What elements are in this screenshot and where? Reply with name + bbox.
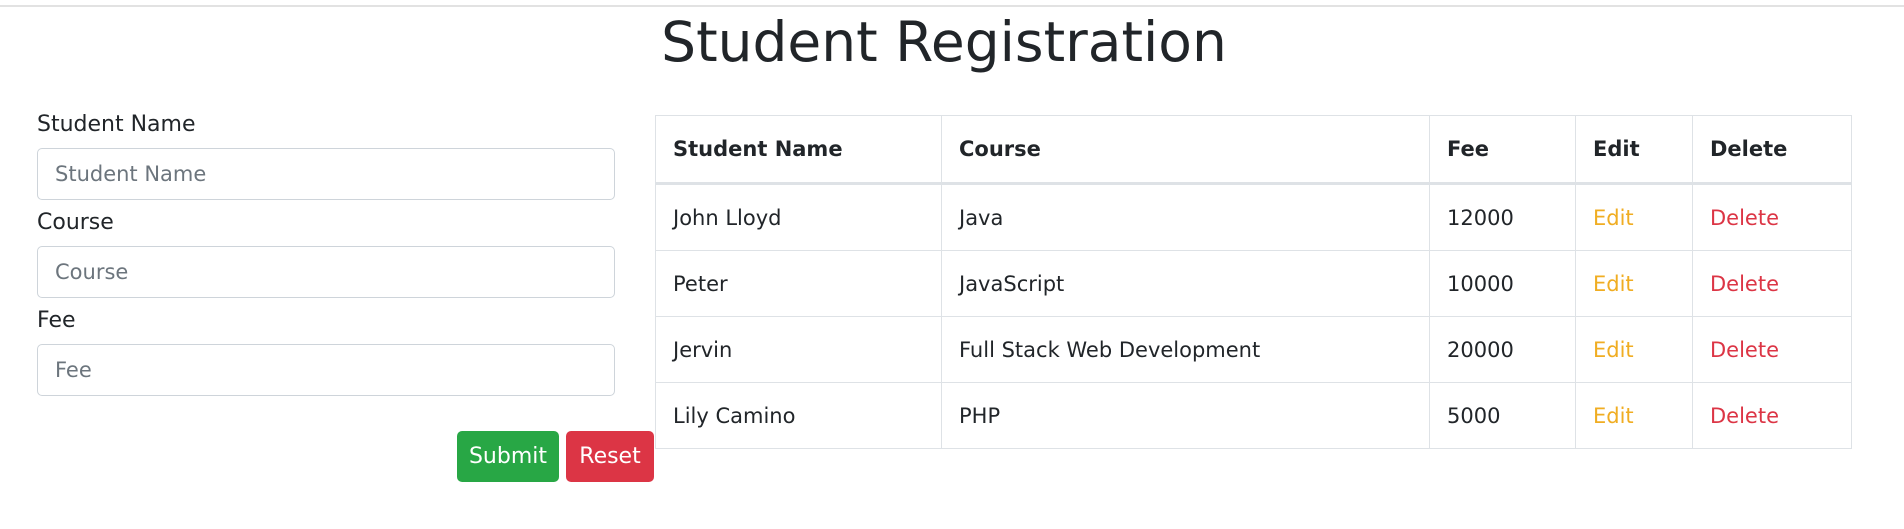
- header-fee: Fee: [1429, 115, 1576, 185]
- edit-link[interactable]: Edit: [1593, 206, 1634, 230]
- header-delete: Delete: [1692, 115, 1852, 185]
- cell-student-name: Peter: [655, 250, 942, 317]
- header-edit: Edit: [1575, 115, 1693, 185]
- cell-fee: 20000: [1429, 316, 1576, 383]
- registration-form: Student Name Course Fee Submit Reset: [37, 110, 654, 482]
- cell-fee: 10000: [1429, 250, 1576, 317]
- course-label: Course: [37, 210, 114, 235]
- header-course: Course: [941, 115, 1430, 185]
- table-row: Lily Camino PHP 5000 Edit Delete: [655, 382, 1852, 449]
- form-actions: Submit Reset: [457, 431, 654, 482]
- cell-delete: Delete: [1692, 382, 1852, 449]
- cell-fee: 12000: [1429, 183, 1576, 251]
- edit-link[interactable]: Edit: [1593, 338, 1634, 362]
- cell-delete: Delete: [1692, 250, 1852, 317]
- cell-course: PHP: [941, 382, 1430, 449]
- student-name-label: Student Name: [37, 112, 196, 137]
- cell-student-name: Jervin: [655, 316, 942, 383]
- edit-link[interactable]: Edit: [1593, 272, 1634, 296]
- cell-course: Java: [941, 183, 1430, 251]
- submit-button[interactable]: Submit: [457, 431, 559, 482]
- cell-fee: 5000: [1429, 382, 1576, 449]
- cell-course: JavaScript: [941, 250, 1430, 317]
- cell-student-name: John Lloyd: [655, 183, 942, 251]
- student-name-input[interactable]: [37, 148, 615, 200]
- cell-course: Full Stack Web Development: [941, 316, 1430, 383]
- fee-input[interactable]: [37, 344, 615, 396]
- table-header-row: Student Name Course Fee Edit Delete: [655, 115, 1852, 185]
- table-row: John Lloyd Java 12000 Edit Delete: [655, 183, 1852, 251]
- cell-student-name: Lily Camino: [655, 382, 942, 449]
- delete-link[interactable]: Delete: [1710, 272, 1779, 296]
- cell-delete: Delete: [1692, 183, 1852, 251]
- cell-edit: Edit: [1575, 316, 1693, 383]
- delete-link[interactable]: Delete: [1710, 404, 1779, 428]
- cell-edit: Edit: [1575, 250, 1693, 317]
- fee-label: Fee: [37, 308, 76, 333]
- cell-delete: Delete: [1692, 316, 1852, 383]
- table-row: Peter JavaScript 10000 Edit Delete: [655, 250, 1852, 317]
- course-input[interactable]: [37, 246, 615, 298]
- page-title: Student Registration: [661, 10, 1227, 74]
- edit-link[interactable]: Edit: [1593, 404, 1634, 428]
- cell-edit: Edit: [1575, 183, 1693, 251]
- students-table: Student Name Course Fee Edit Delete John…: [655, 115, 1852, 449]
- table-row: Jervin Full Stack Web Development 20000 …: [655, 316, 1852, 383]
- delete-link[interactable]: Delete: [1710, 206, 1779, 230]
- reset-button[interactable]: Reset: [566, 431, 654, 482]
- cell-edit: Edit: [1575, 382, 1693, 449]
- header-student-name: Student Name: [655, 115, 942, 185]
- delete-link[interactable]: Delete: [1710, 338, 1779, 362]
- students-table-container: Student Name Course Fee Edit Delete John…: [655, 115, 1852, 449]
